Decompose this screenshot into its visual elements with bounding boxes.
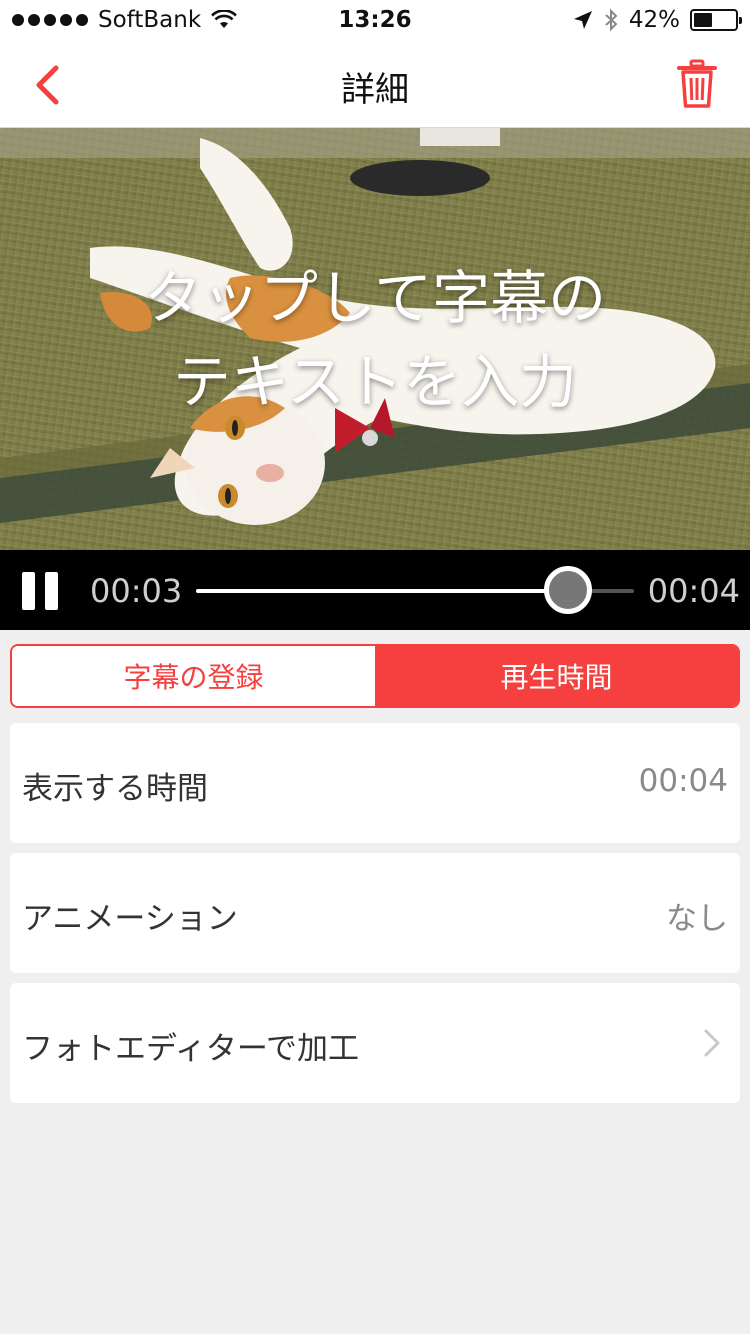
total-duration: 00:04 <box>647 572 740 610</box>
seek-slider-thumb[interactable] <box>544 566 593 614</box>
chevron-right-icon <box>704 1029 720 1057</box>
trash-icon <box>677 59 717 108</box>
tab-subtitle-registration[interactable]: 字幕の登録 <box>12 646 375 706</box>
display-time-value: 00:04 <box>638 763 728 799</box>
battery-percentage: 42% <box>628 7 680 33</box>
tab-playback-time[interactable]: 再生時間 <box>375 646 738 706</box>
animation-row[interactable]: アニメーション なし <box>10 853 740 973</box>
status-bar: SoftBank 13:26 42% <box>0 0 750 40</box>
video-preview[interactable]: タップして字幕の テキストを入力 <box>0 128 750 550</box>
delete-button[interactable] <box>670 54 724 114</box>
page-title: 詳細 <box>341 70 409 110</box>
display-time-label: 表示する時間 <box>22 771 208 807</box>
pause-button[interactable] <box>22 572 58 610</box>
pause-icon <box>22 572 35 610</box>
battery-icon <box>690 9 742 31</box>
caption-text[interactable]: タップして字幕の テキストを入力 <box>0 256 750 424</box>
caption-line-2: テキストを入力 <box>172 348 578 416</box>
player-controls: 00:03 00:04 <box>0 550 750 630</box>
mode-segmented-control: 字幕の登録 再生時間 <box>10 644 740 708</box>
elapsed-time: 00:03 <box>90 572 183 610</box>
animation-value: なし <box>666 901 728 937</box>
seek-slider-fill <box>196 589 569 593</box>
navigation-bar: 詳細 <box>0 40 750 128</box>
photo-editor-label: フォトエディターで加工 <box>22 1031 359 1067</box>
pause-icon-bar <box>45 572 58 610</box>
animation-label: アニメーション <box>22 901 238 937</box>
location-arrow-icon <box>573 11 592 29</box>
status-right: 42% <box>573 7 742 33</box>
caption-line-1: タップして字幕の <box>143 264 607 332</box>
display-time-row[interactable]: 表示する時間 00:04 <box>10 723 740 843</box>
photo-editor-row[interactable]: フォトエディターで加工 <box>10 983 740 1103</box>
bluetooth-icon <box>605 8 618 32</box>
battery-fill <box>694 13 713 27</box>
